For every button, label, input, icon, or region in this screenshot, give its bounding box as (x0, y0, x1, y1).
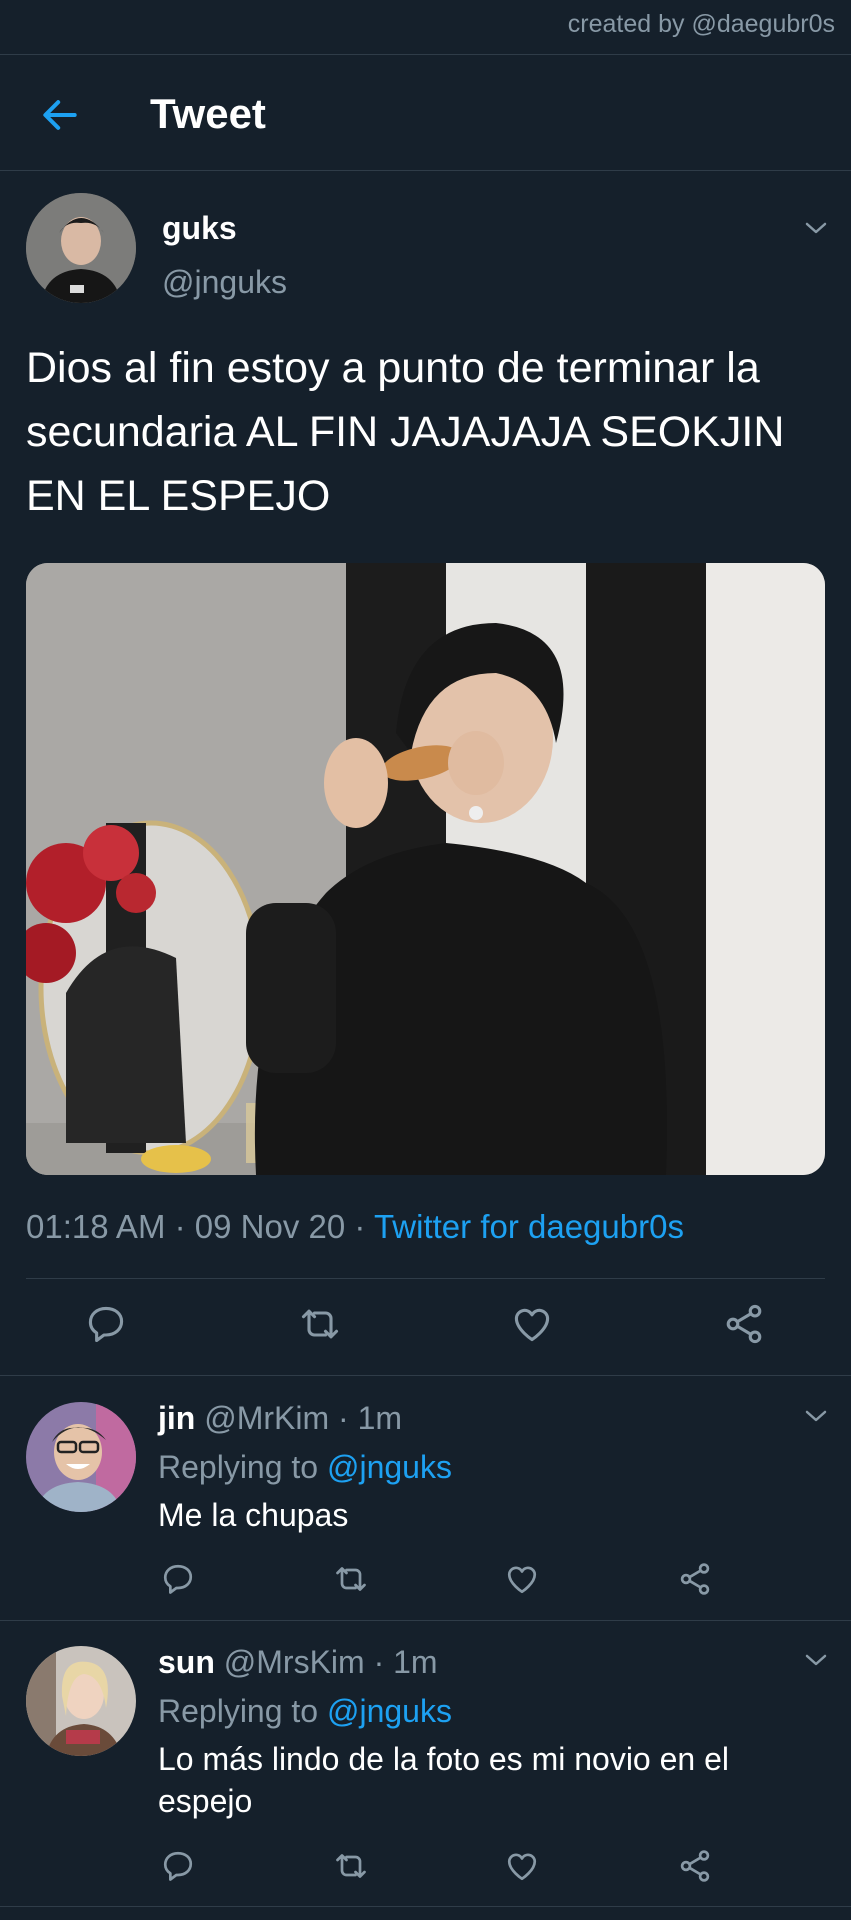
tweet-date: 09 Nov 20 (194, 1208, 346, 1245)
reply-mention-link[interactable]: @jnguks (327, 1449, 452, 1485)
reply-age: 1m (393, 1644, 438, 1680)
tweet-source-link[interactable]: Twitter for daegubr0s (374, 1208, 684, 1245)
reply-author-name[interactable]: jin (158, 1400, 195, 1436)
back-button[interactable] (38, 93, 82, 137)
replying-to-label: Replying to (158, 1693, 319, 1729)
chevron-down-icon (805, 1410, 827, 1422)
chevron-down-icon (805, 222, 827, 234)
author-handle[interactable]: @jnguks (162, 264, 287, 301)
reply-button[interactable] (160, 1848, 196, 1884)
reply-icon (163, 1851, 193, 1881)
divider (0, 170, 851, 171)
chevron-down-icon (805, 1654, 827, 1666)
photo-image (26, 563, 825, 1175)
share-icon (726, 1304, 762, 1344)
like-icon (507, 1566, 537, 1594)
reply-author-name[interactable]: sun (158, 1644, 215, 1680)
reply-author-handle[interactable]: @MrsKim (224, 1644, 365, 1680)
like-button[interactable] (504, 1561, 540, 1597)
avatar[interactable] (26, 193, 136, 303)
avatar-image (26, 1646, 136, 1756)
replying-to: Replying to @jnguks (158, 1693, 452, 1730)
divider (0, 1620, 851, 1621)
reply-header: jin @MrKim · 1m (158, 1400, 402, 1437)
divider (26, 1278, 825, 1279)
author-name[interactable]: guks (162, 210, 237, 247)
retweet-icon (301, 1309, 339, 1339)
reply-options-button[interactable] (802, 1406, 830, 1426)
meta-separator: · (373, 1644, 385, 1680)
share-button[interactable] (722, 1302, 766, 1346)
meta-separator: · (354, 1208, 366, 1245)
meta-separator: · (174, 1208, 186, 1245)
tweet-time: 01:18 AM (26, 1208, 166, 1245)
reply-text: Me la chupas (158, 1497, 349, 1533)
avatar[interactable] (26, 1646, 136, 1756)
like-button[interactable] (504, 1848, 540, 1884)
like-button[interactable] (510, 1302, 554, 1346)
tweet-photo[interactable] (26, 563, 825, 1175)
retweet-button[interactable] (333, 1561, 369, 1597)
replying-to-label: Replying to (158, 1449, 319, 1485)
reply-author-handle[interactable]: @MrKim (204, 1400, 329, 1436)
reply-text: Lo más lindo de la foto es mi novio en e… (158, 1741, 729, 1819)
reply-button[interactable] (160, 1561, 196, 1597)
avatar-image (26, 193, 136, 303)
retweet-icon (336, 1567, 366, 1591)
share-icon (680, 1850, 710, 1882)
divider (0, 1906, 851, 1907)
page-title: Tweet (150, 90, 266, 137)
avatar[interactable] (26, 1402, 136, 1512)
retweet-button[interactable] (333, 1848, 369, 1884)
reply-button[interactable] (84, 1302, 128, 1346)
retweet-button[interactable] (298, 1302, 342, 1346)
meta-separator: · (338, 1400, 349, 1436)
reply-icon (163, 1564, 193, 1594)
retweet-icon (336, 1854, 366, 1878)
reply-age: 1m (357, 1400, 403, 1436)
creator-credit: created by @daegubr0s (567, 10, 835, 38)
reply-header: sun @MrsKim · 1m (158, 1644, 438, 1681)
like-icon (507, 1853, 537, 1881)
share-button[interactable] (677, 1561, 713, 1597)
tweet-text: Dios al fin estoy a punto de terminar la… (26, 344, 785, 520)
reply-icon (88, 1306, 124, 1343)
divider (0, 1375, 851, 1376)
tweet-options-button[interactable] (802, 218, 830, 238)
reply-options-button[interactable] (802, 1650, 830, 1670)
avatar-image (26, 1402, 136, 1512)
reply-mention-link[interactable]: @jnguks (327, 1693, 452, 1729)
divider (0, 54, 851, 55)
arrow-left-icon (43, 100, 77, 130)
replying-to: Replying to @jnguks (158, 1449, 452, 1486)
share-icon (680, 1563, 710, 1595)
tweet-meta: 01:18 AM · 09 Nov 20 · Twitter for daegu… (26, 1208, 684, 1246)
like-icon (514, 1308, 550, 1342)
share-button[interactable] (677, 1848, 713, 1884)
